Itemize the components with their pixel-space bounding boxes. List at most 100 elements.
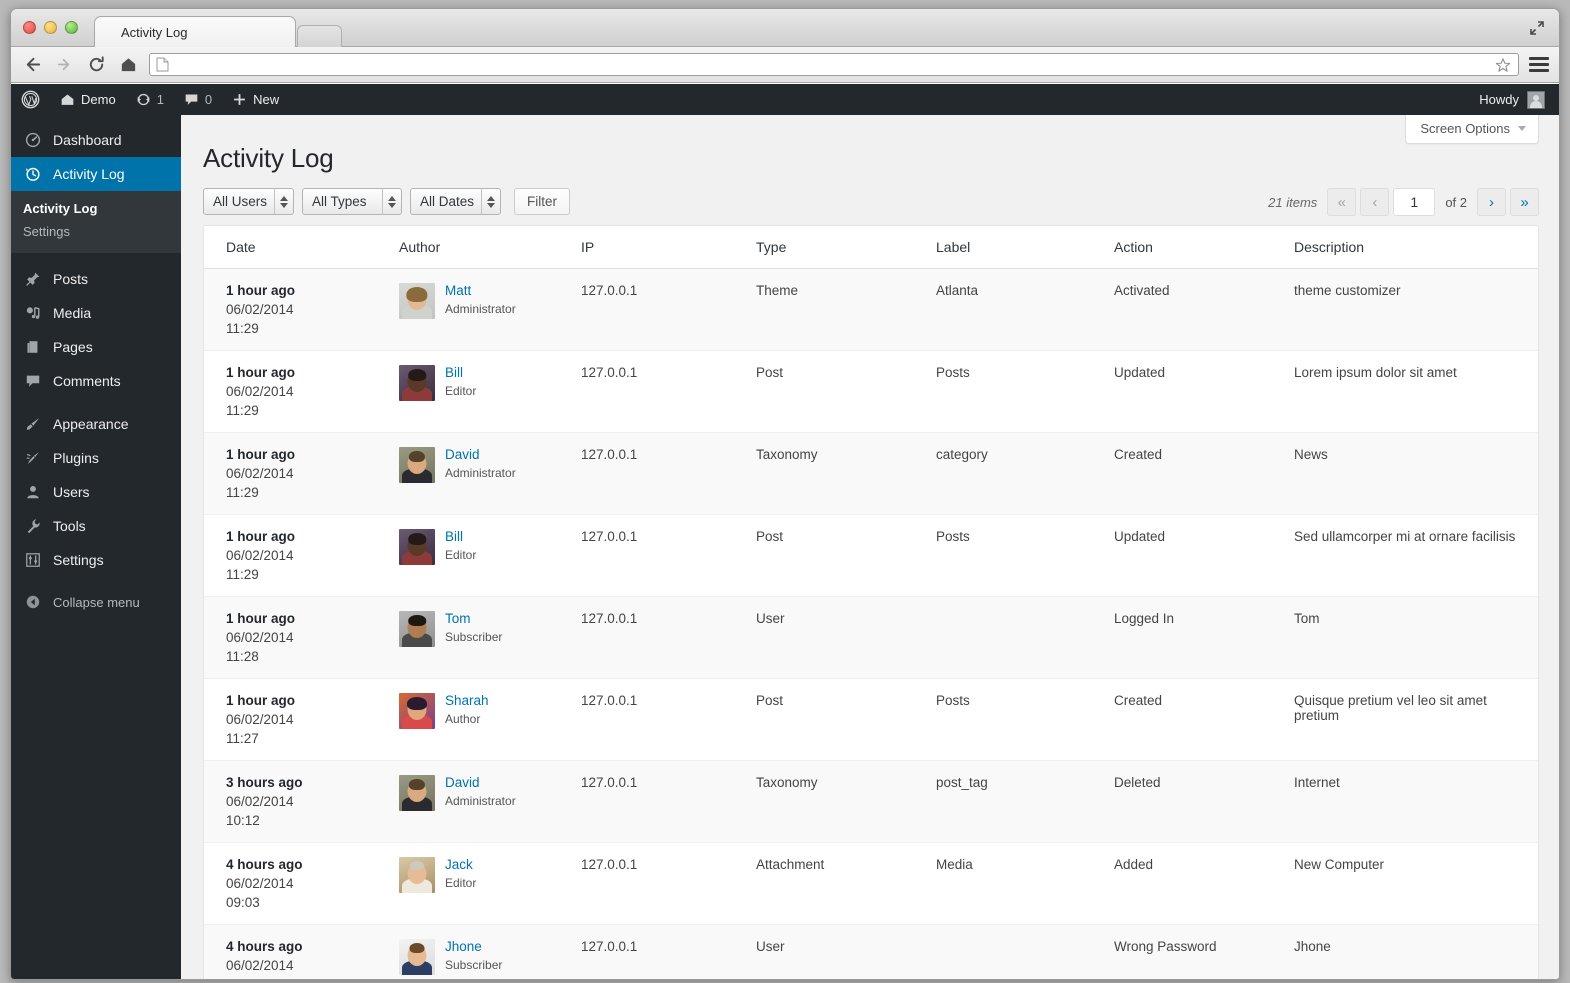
filter-button[interactable]: Filter — [514, 188, 571, 215]
star-icon[interactable] — [1495, 57, 1511, 73]
author-link[interactable]: Bill — [445, 529, 463, 544]
author-link[interactable]: Jhone — [445, 939, 482, 954]
sidebar-subitem-activity-log[interactable]: Activity Log — [11, 197, 181, 220]
cell-ip: 127.0.0.1 — [581, 268, 756, 351]
last-page-button[interactable]: » — [1510, 188, 1539, 216]
table-row[interactable]: 3 hours ago 06/02/2014 10:12 David Admin… — [204, 760, 1538, 843]
author-link[interactable]: Sharah — [445, 693, 489, 708]
cell-action: Deleted — [1114, 760, 1294, 843]
new-tab-button[interactable] — [297, 25, 342, 47]
column-header-action[interactable]: Action — [1114, 226, 1294, 269]
collapse-menu-button[interactable]: Collapse menu — [11, 585, 181, 619]
sidebar-item-tools[interactable]: Tools — [11, 509, 181, 543]
howdy-label: Howdy — [1479, 92, 1519, 107]
author-link[interactable]: Matt — [445, 283, 471, 298]
avatar — [399, 283, 435, 319]
author-link[interactable]: David — [445, 775, 480, 790]
maximize-window-button[interactable] — [65, 21, 78, 34]
activity-log-submenu: Activity Log Settings — [11, 191, 181, 253]
author-role: Administrator — [445, 466, 516, 480]
hamburger-menu-icon[interactable] — [1529, 54, 1549, 76]
table-row[interactable]: 1 hour ago 06/02/2014 11:29 Bill Editor … — [204, 514, 1538, 597]
reload-icon[interactable] — [85, 54, 107, 76]
date-filter-select[interactable]: All Dates — [410, 188, 502, 215]
sidebar-item-media[interactable]: Media — [11, 296, 181, 330]
cell-label — [936, 924, 1114, 979]
comments-menu[interactable]: 0 — [174, 84, 222, 115]
sidebar-item-activity-log[interactable]: Activity Log — [11, 157, 181, 191]
type-filter-select[interactable]: All Types — [302, 188, 403, 215]
select-arrows-icon — [481, 188, 500, 215]
forward-arrow-icon[interactable] — [53, 54, 75, 76]
table-row[interactable]: 1 hour ago 06/02/2014 11:28 Tom Subscrib… — [204, 596, 1538, 679]
minimize-window-button[interactable] — [44, 21, 57, 34]
plug-icon — [23, 450, 43, 466]
sidebar-item-posts[interactable]: Posts — [11, 262, 181, 296]
sidebar-item-pages[interactable]: Pages — [11, 330, 181, 364]
date-absolute: 06/02/2014 — [226, 384, 294, 399]
table-row[interactable]: 4 hours ago 06/02/2014 09:03 Jhone Subsc… — [204, 924, 1538, 979]
cell-action: Created — [1114, 678, 1294, 761]
column-header-ip[interactable]: IP — [581, 226, 756, 269]
column-header-label[interactable]: Label — [936, 226, 1114, 269]
site-name-menu[interactable]: Demo — [50, 84, 126, 115]
author-link[interactable]: Jack — [445, 857, 473, 872]
sidebar-subitem-settings[interactable]: Settings — [11, 220, 181, 243]
table-row[interactable]: 1 hour ago 06/02/2014 11:27 Sharah Autho… — [204, 678, 1538, 761]
column-header-date[interactable]: Date — [204, 226, 399, 269]
cell-ip: 127.0.0.1 — [581, 432, 756, 515]
cell-action: Activated — [1114, 268, 1294, 351]
column-header-author[interactable]: Author — [399, 226, 581, 269]
sidebar-item-plugins[interactable]: Plugins — [11, 441, 181, 475]
cell-label: Atlanta — [936, 268, 1114, 351]
cell-label — [936, 596, 1114, 679]
browser-titlebar: Activity Log — [11, 9, 1559, 47]
sidebar-item-appearance[interactable]: Appearance — [11, 407, 181, 441]
close-window-button[interactable] — [23, 21, 36, 34]
browser-tab[interactable]: Activity Log — [94, 16, 296, 47]
table-row[interactable]: 1 hour ago 06/02/2014 11:29 Matt Adminis… — [204, 268, 1538, 351]
sidebar-item-dashboard[interactable]: Dashboard — [11, 123, 181, 157]
table-row[interactable]: 1 hour ago 06/02/2014 11:29 Bill Editor … — [204, 350, 1538, 433]
date-relative: 4 hours ago — [226, 857, 303, 872]
table-row[interactable]: 1 hour ago 06/02/2014 11:29 David Admini… — [204, 432, 1538, 515]
avatar — [399, 447, 435, 483]
fullscreen-expand-icon[interactable] — [1529, 20, 1545, 36]
cell-date: 1 hour ago 06/02/2014 11:29 — [204, 514, 399, 597]
cell-type: Post — [756, 678, 936, 761]
column-header-type[interactable]: Type — [756, 226, 936, 269]
sidebar-item-settings[interactable]: Settings — [11, 543, 181, 577]
sidebar-item-users[interactable]: Users — [11, 475, 181, 509]
prev-page-button[interactable]: ‹ — [1360, 188, 1390, 216]
screen-options-toggle[interactable]: Screen Options — [1405, 115, 1539, 144]
author-link[interactable]: David — [445, 447, 480, 462]
sidebar-item-label: Comments — [53, 373, 121, 389]
sidebar-item-label: Users — [53, 484, 90, 500]
sidebar-item-label: Pages — [53, 339, 93, 355]
author-link[interactable]: Tom — [445, 611, 471, 626]
author-role: Author — [445, 712, 481, 726]
wordpress-logo-icon[interactable] — [11, 84, 50, 115]
next-page-button[interactable]: › — [1477, 188, 1506, 216]
current-page-input[interactable]: 1 — [1393, 188, 1436, 216]
table-row[interactable]: 4 hours ago 06/02/2014 09:03 Jack Editor… — [204, 842, 1538, 925]
items-count: 21 items — [1268, 194, 1318, 210]
cell-description: New Computer — [1294, 842, 1538, 925]
first-page-button[interactable]: « — [1327, 188, 1357, 216]
my-account-menu[interactable]: Howdy — [1479, 84, 1559, 115]
cell-ip: 127.0.0.1 — [581, 514, 756, 597]
select-arrows-icon — [274, 188, 293, 215]
user-filter-select[interactable]: All Users — [203, 188, 295, 215]
address-bar[interactable] — [149, 53, 1519, 76]
sidebar-item-comments[interactable]: Comments — [11, 364, 181, 398]
new-content-menu[interactable]: New — [222, 84, 289, 115]
home-icon[interactable] — [117, 54, 139, 76]
column-header-description[interactable]: Description — [1294, 226, 1538, 269]
updates-menu[interactable]: 1 — [126, 84, 174, 115]
window-controls[interactable] — [23, 21, 78, 34]
back-arrow-icon[interactable] — [21, 54, 43, 76]
author-link[interactable]: Bill — [445, 365, 463, 380]
cell-type: Taxonomy — [756, 432, 936, 515]
cell-label: post_tag — [936, 760, 1114, 843]
page-doc-icon — [156, 57, 169, 72]
